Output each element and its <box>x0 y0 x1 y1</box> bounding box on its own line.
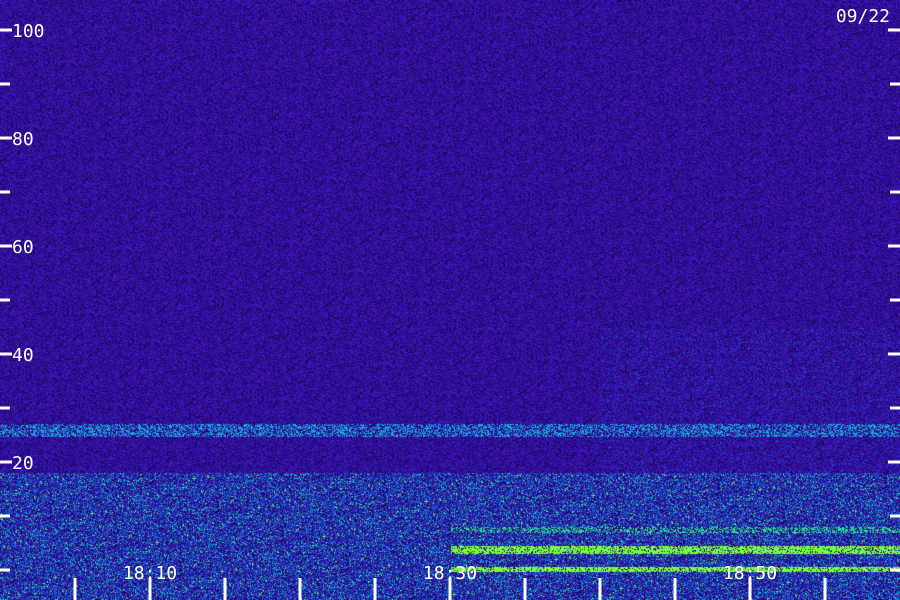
y-tick-label: 80 <box>12 129 34 150</box>
y-axis: 100 80 60 40 20 <box>0 21 900 572</box>
y-tick-label: 20 <box>12 453 34 474</box>
y-tick-label: 100 <box>12 21 45 42</box>
y-tick-label: 60 <box>12 237 34 258</box>
x-tick-label: 18:10 <box>123 563 177 584</box>
y-tick-label: 40 <box>12 345 34 366</box>
chart-overlay: 100 80 60 40 20 18:10 18:30 18:50 <box>0 21 900 600</box>
x-tick-label: 18:50 <box>723 563 777 584</box>
x-axis: 18:10 18:30 18:50 <box>73 563 827 600</box>
x-tick-label: 18:30 <box>423 563 477 584</box>
date-label: 09/22 <box>835 6 890 27</box>
